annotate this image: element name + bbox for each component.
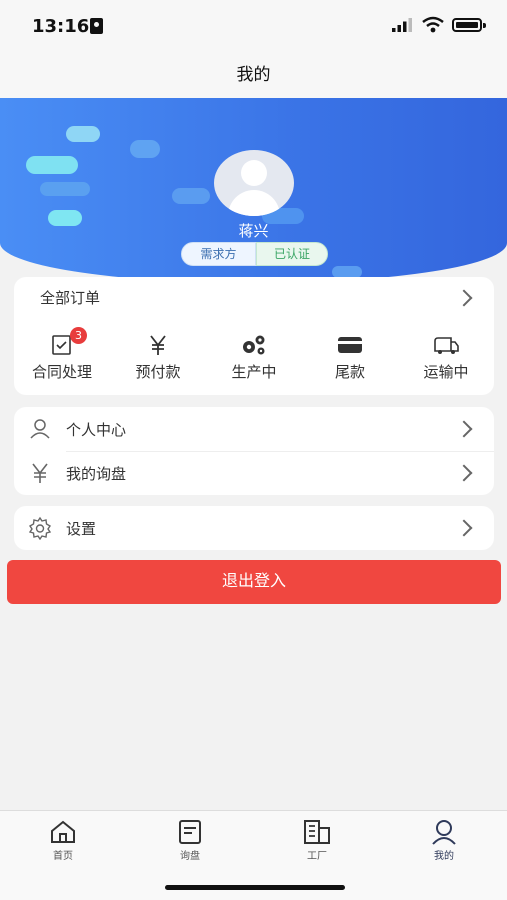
- order-label: 尾款: [334, 363, 365, 381]
- status-time: 13:16: [32, 16, 90, 37]
- home-icon: [51, 820, 75, 843]
- order-label: 预付款: [135, 363, 181, 381]
- nav-bar: 我的: [0, 52, 507, 98]
- chevron-right-icon: [455, 464, 473, 482]
- tab-label: 工厂: [307, 851, 327, 862]
- tab-profile[interactable]: 我的: [404, 819, 484, 862]
- order-production[interactable]: 生产中: [206, 333, 302, 382]
- sim-icon: [90, 18, 103, 34]
- menu-item-label: 设置: [66, 520, 97, 538]
- verified-badge: 已认证: [256, 242, 328, 266]
- user-icon: [30, 419, 50, 439]
- user-name: 蒋兴: [238, 222, 269, 240]
- order-balance[interactable]: 尾款: [302, 333, 398, 382]
- contract-icon: 3: [14, 327, 110, 359]
- order-label: 合同处理: [31, 363, 92, 381]
- status-bar: 13:16: [0, 0, 507, 52]
- menu-item-profile[interactable]: 个人中心: [14, 407, 494, 451]
- page-title: 我的: [236, 65, 271, 85]
- menu-item-label: 我的询盘: [66, 465, 127, 483]
- order-shipping[interactable]: 运输中: [398, 333, 494, 382]
- tab-factory[interactable]: 工厂: [277, 819, 357, 862]
- tab-label: 询盘: [180, 851, 200, 862]
- orders-card: 全部订单 3 合同处理 预付款 生产中 尾款 运输中: [14, 277, 494, 395]
- menu-item-inquiries[interactable]: 我的询盘: [14, 451, 494, 495]
- settings-card: 设置: [14, 506, 494, 550]
- tab-label: 我的: [434, 851, 454, 862]
- yen-icon: [32, 463, 48, 483]
- chevron-right-icon: [455, 519, 473, 537]
- decor-pill: [130, 140, 160, 158]
- menu-card: 个人中心 我的询盘: [14, 407, 494, 495]
- wifi-icon: [422, 16, 444, 33]
- yen-icon: [110, 333, 206, 359]
- tab-inquiry[interactable]: 询盘: [150, 819, 230, 862]
- inquiry-icon: [179, 820, 201, 844]
- role-badge: 需求方: [181, 242, 256, 266]
- order-contract[interactable]: 3 合同处理: [14, 327, 110, 382]
- tab-label: 首页: [53, 851, 73, 862]
- factory-icon: [304, 820, 330, 844]
- profile-icon: [432, 820, 456, 845]
- avatar-body: [228, 190, 280, 216]
- order-label: 运输中: [423, 363, 469, 381]
- all-orders-row[interactable]: 全部订单: [14, 277, 494, 319]
- order-label: 生产中: [231, 363, 277, 381]
- order-badge: 3: [70, 327, 87, 344]
- decor-pill: [66, 126, 100, 142]
- card-icon: [302, 333, 398, 359]
- decor-pill: [40, 182, 90, 196]
- gear-icon: [28, 516, 52, 540]
- home-indicator: [165, 885, 345, 890]
- chevron-right-icon: [455, 420, 473, 438]
- avatar[interactable]: [214, 150, 294, 216]
- logout-button[interactable]: 退出登入: [7, 560, 501, 604]
- avatar-head: [241, 160, 267, 186]
- menu-item-label: 个人中心: [66, 421, 127, 439]
- decor-pill: [26, 156, 78, 174]
- signal-icon: [392, 18, 412, 32]
- order-prepay[interactable]: 预付款: [110, 333, 206, 382]
- all-orders-label: 全部订单: [40, 289, 101, 307]
- decor-pill: [172, 188, 210, 204]
- chevron-right-icon: [455, 289, 473, 307]
- battery-icon: [452, 18, 486, 32]
- tab-home[interactable]: 首页: [23, 819, 103, 862]
- menu-item-settings[interactable]: 设置: [14, 506, 494, 550]
- truck-icon: [398, 333, 494, 359]
- gears-icon: [206, 333, 302, 359]
